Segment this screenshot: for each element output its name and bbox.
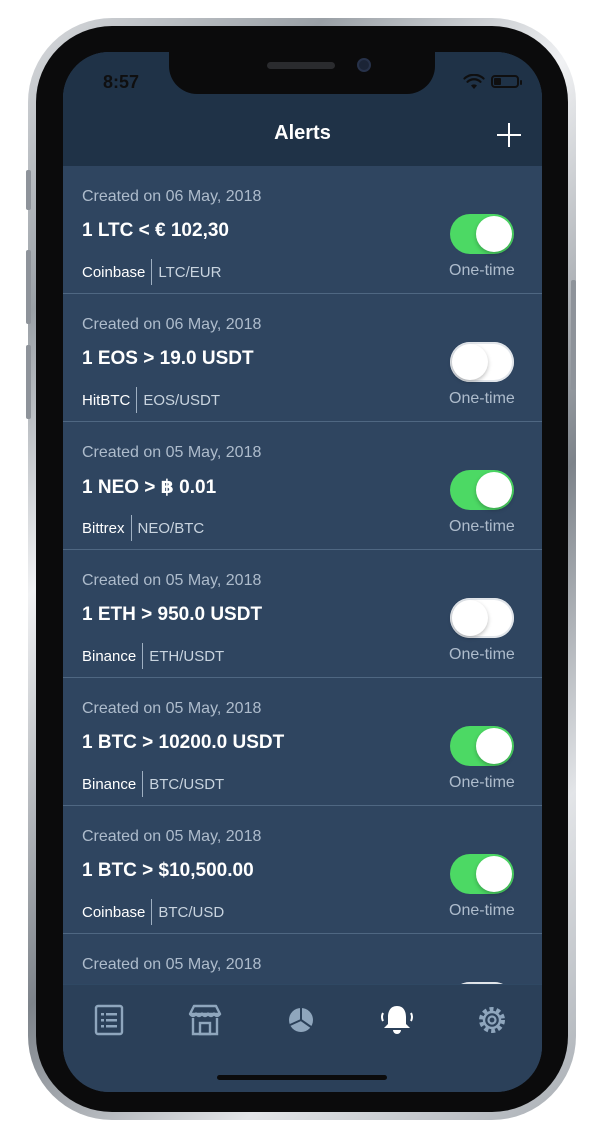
gear-icon — [479, 1007, 505, 1033]
alert-created-date: Created on 05 May, 2018 — [82, 444, 262, 461]
alert-exchange: Coinbase — [82, 263, 146, 281]
alert-exchange: Bittrex — [82, 519, 125, 537]
toggle-knob — [452, 344, 488, 380]
alert-meta: Coinbase LTC/EUR — [82, 259, 221, 285]
battery-icon — [491, 75, 522, 88]
power-button — [571, 280, 576, 390]
notch — [169, 52, 435, 94]
alert-meta: Binance BTC/USDT — [82, 771, 224, 797]
alert-meta: Binance ETH/USDT — [82, 643, 224, 669]
front-camera — [357, 58, 371, 72]
alert-exchange: Coinbase — [82, 903, 146, 921]
pie-chart-icon — [289, 1008, 313, 1032]
alert-created-date: Created on 05 May, 2018 — [82, 956, 262, 973]
alert-condition: 1 BTC > 10200.0 USDT — [82, 732, 285, 753]
bell-icon — [381, 1006, 413, 1034]
alert-frequency: One-time — [449, 646, 515, 663]
alert-toggle[interactable] — [450, 598, 514, 638]
alert-frequency: One-time — [449, 518, 515, 535]
alert-item[interactable]: Created on 05 May, 2018 1 BTC > 10200.0 … — [63, 678, 542, 806]
speaker-grille — [267, 62, 335, 69]
alert-item[interactable]: Created on 05 May, 2018 1 ETH > 950.0 US… — [63, 550, 542, 678]
nav-bar: Alerts — [63, 108, 542, 166]
alert-toggle[interactable] — [450, 342, 514, 382]
alert-item[interactable]: Created on 06 May, 2018 1 LTC < € 102,30… — [63, 166, 542, 294]
alert-exchange: Binance — [82, 775, 137, 793]
toggle-knob — [476, 472, 512, 508]
alert-item[interactable]: Created on 05 May, 2018 1 NEO > ฿ 0.01 B… — [63, 422, 542, 550]
tab-charts[interactable] — [283, 1003, 319, 1037]
alert-exchange: HitBTC — [82, 391, 131, 409]
alert-toggle[interactable] — [450, 214, 514, 254]
store-icon — [188, 1004, 222, 1036]
alert-condition: 1 EOS > 19.0 USDT — [82, 348, 254, 369]
add-alert-button[interactable] — [496, 122, 522, 148]
alert-pair: LTC/EUR — [158, 263, 222, 281]
toggle-knob — [452, 600, 488, 636]
alert-condition: 1 NEO > ฿ 0.01 — [82, 477, 217, 498]
meta-divider — [151, 899, 153, 925]
alert-toggle[interactable] — [450, 470, 514, 510]
mute-switch — [26, 170, 31, 210]
alert-toggle[interactable] — [450, 726, 514, 766]
alert-toggle[interactable] — [450, 854, 514, 894]
toggle-knob — [476, 856, 512, 892]
alert-pair: BTC/USDT — [149, 775, 225, 793]
alert-exchange: Binance — [82, 647, 137, 665]
alert-condition: 1 ETH > 950.0 USDT — [82, 604, 263, 625]
volume-down-button — [26, 345, 31, 419]
page-title: Alerts — [274, 122, 331, 144]
alert-created-date: Created on 06 May, 2018 — [82, 188, 262, 205]
meta-divider — [142, 771, 144, 797]
alert-frequency: One-time — [449, 774, 515, 791]
alert-pair: EOS/USDT — [143, 391, 221, 409]
alert-frequency: One-time — [449, 262, 515, 279]
tab-exchanges[interactable] — [187, 1003, 223, 1037]
toggle-knob — [476, 728, 512, 764]
list-icon — [94, 1004, 124, 1036]
alert-item[interactable]: Created on 05 May, 2018 1 BTC > $10,500.… — [63, 806, 542, 934]
wifi-icon — [463, 74, 485, 89]
toggle-knob — [476, 216, 512, 252]
alert-item[interactable]: Created on 06 May, 2018 1 EOS > 19.0 USD… — [63, 294, 542, 422]
status-bar: 8:57 — [63, 52, 542, 108]
app-screen: 8:57 Alerts Created on 06 May, 2018 1 LT… — [63, 52, 542, 1092]
tab-alerts[interactable] — [379, 1003, 415, 1037]
home-indicator[interactable] — [217, 1075, 387, 1080]
alert-created-date: Created on 05 May, 2018 — [82, 828, 262, 845]
alert-frequency: One-time — [449, 902, 515, 919]
alert-created-date: Created on 05 May, 2018 — [82, 700, 262, 717]
alert-created-date: Created on 06 May, 2018 — [82, 316, 262, 333]
meta-divider — [142, 643, 144, 669]
alert-meta: Bittrex NEO/BTC — [82, 515, 204, 541]
alert-list[interactable]: Created on 06 May, 2018 1 LTC < € 102,30… — [63, 166, 542, 984]
alert-meta: HitBTC EOS/USDT — [82, 387, 220, 413]
alert-created-date: Created on 05 May, 2018 — [82, 572, 262, 589]
alert-pair: ETH/USDT — [149, 647, 225, 665]
alert-pair: BTC/USD — [158, 903, 225, 921]
meta-divider — [130, 515, 132, 541]
alert-frequency: One-time — [449, 390, 515, 407]
alert-pair: NEO/BTC — [137, 519, 205, 537]
alert-meta: Coinbase BTC/USD — [82, 899, 224, 925]
tab-portfolio[interactable] — [92, 1003, 128, 1037]
alert-condition: 1 LTC < € 102,30 — [82, 220, 229, 241]
meta-divider — [151, 259, 153, 285]
tab-settings[interactable] — [474, 1003, 510, 1037]
alert-item[interactable]: Created on 05 May, 2018 — [63, 934, 542, 984]
meta-divider — [136, 387, 138, 413]
volume-up-button — [26, 250, 31, 324]
status-time: 8:57 — [103, 72, 140, 92]
alert-condition: 1 BTC > $10,500.00 — [82, 860, 254, 881]
